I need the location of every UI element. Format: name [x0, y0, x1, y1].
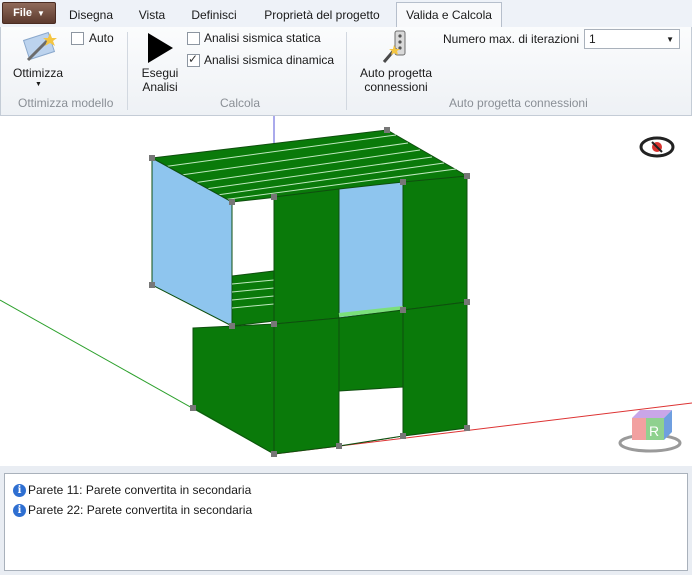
info-icon: i [13, 483, 26, 497]
file-menu-button[interactable]: File ▼ [2, 2, 56, 24]
view-cube-icon: R [618, 410, 682, 453]
wall-front-upper-2 [402, 175, 468, 311]
visibility-icon [639, 136, 675, 158]
run-analysis-label-line1: Esegui [141, 66, 179, 80]
info-icon: i [13, 503, 26, 517]
list-item: i Parete 11: Parete convertita in second… [13, 483, 251, 497]
auto-optimize-checkbox[interactable] [71, 32, 84, 45]
magic-wand-icon [22, 31, 57, 62]
run-analysis-button[interactable]: Esegui Analisi [136, 30, 184, 94]
group-separator [127, 32, 128, 110]
chevron-down-icon: ▼ [666, 35, 674, 44]
list-item: i Parete 22: Parete convertita in second… [13, 503, 252, 517]
message-text: Parete 11: Parete convertita in secondar… [28, 483, 252, 497]
message-text: Parete 22: Parete convertita in secondar… [28, 503, 253, 517]
run-analysis-label-line2: Analisi [142, 80, 178, 94]
wall-front-lower-3 [402, 301, 468, 437]
optimize-group-label: Ottimizza modello [18, 96, 114, 110]
wall-left-lower [192, 323, 275, 455]
connections-group-label: Auto progetta connessioni [449, 96, 588, 110]
ribbon-tab-bar: File ▼ Disegna Vista Definisci Proprietà… [0, 0, 692, 28]
chevron-down-icon: ▼ [37, 8, 45, 18]
max-iterations-value: 1 [589, 32, 596, 46]
wall-front-upper-1 [273, 188, 340, 325]
tab-proprieta-progetto[interactable]: Proprietà del progetto [252, 5, 392, 26]
selected-wall-front-upper [338, 181, 404, 319]
auto-design-label-line2: connessioni [364, 80, 428, 94]
calc-group-label: Calcola [220, 96, 261, 110]
tab-disegna[interactable]: Disegna [60, 5, 122, 26]
optimize-button[interactable]: Ottimizza ▼ [8, 30, 68, 92]
tab-vista[interactable]: Vista [128, 5, 176, 26]
dynamic-seismic-label: Analisi sismica dinamica [204, 53, 335, 67]
building-model[interactable]: R [0, 116, 692, 466]
auto-design-connections-button[interactable]: Auto progetta connessioni [354, 30, 438, 94]
file-menu-label: File [13, 7, 33, 19]
max-iterations-label: Numero max. di iterazioni [443, 32, 580, 46]
tab-definisci[interactable]: Definisci [182, 5, 246, 26]
tab-valida-calcola[interactable]: Valida e Calcola [396, 2, 502, 28]
message-log[interactable]: i Parete 11: Parete convertita in second… [4, 473, 688, 571]
3d-viewport[interactable]: R [0, 116, 692, 466]
static-seismic-checkbox[interactable] [187, 32, 200, 45]
dynamic-seismic-checkbox[interactable] [187, 52, 200, 67]
view-cube-label: R [649, 423, 659, 439]
connection-bracket-icon [382, 30, 406, 63]
max-iterations-select[interactable]: 1 ▼ [584, 29, 680, 49]
auto-design-label-line1: Auto progetta [359, 66, 433, 80]
wall-front-lower-1 [273, 317, 340, 455]
auto-optimize-label: Auto [89, 31, 114, 45]
play-icon [148, 33, 173, 63]
chevron-down-icon: ▼ [35, 81, 42, 88]
group-separator [346, 32, 347, 110]
static-seismic-label: Analisi sismica statica [204, 31, 321, 45]
door-opening [338, 386, 404, 447]
optimize-label: Ottimizza [12, 66, 63, 80]
